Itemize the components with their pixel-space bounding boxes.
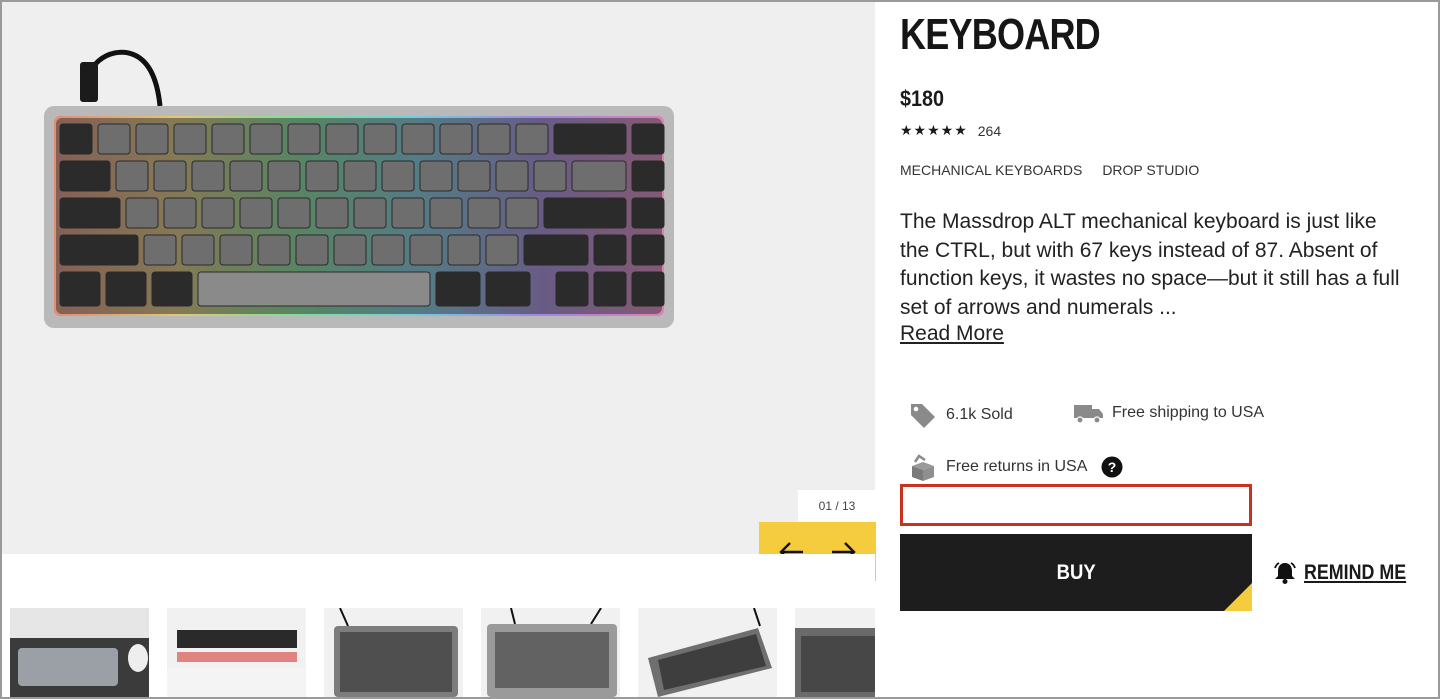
product-details: KEYBOARD $180 ★★★★★ 264 MECHANICAL KEYBO… (876, 2, 1438, 697)
product-description: The Massdrop ALT mechanical keyboard is … (900, 210, 1400, 319)
product-price: $180 (900, 86, 945, 111)
return-box-icon (900, 452, 946, 482)
price-tag-icon (900, 402, 946, 428)
thumbnail-6[interactable] (795, 608, 875, 697)
svg-text:?: ? (1108, 459, 1117, 475)
thumbnail-3[interactable] (324, 608, 463, 697)
remind-me-label: REMIND ME (1304, 561, 1407, 584)
tag-drop-studio[interactable]: DROP STUDIO (1102, 162, 1199, 178)
tag-mechanical-keyboards[interactable]: MECHANICAL KEYBOARDS (900, 162, 1082, 178)
sold-count: 6.1k Sold (946, 406, 1013, 423)
star-rating-icon: ★★★★★ (900, 122, 968, 138)
review-count: 264 (977, 122, 1002, 139)
bell-icon (1274, 562, 1296, 584)
help-icon[interactable]: ? (1101, 456, 1123, 478)
product-tags: MECHANICAL KEYBOARDS DROP STUDIO (900, 162, 1199, 178)
rating-row[interactable]: ★★★★★ 264 (900, 122, 1001, 139)
thumbnail-2[interactable] (167, 608, 306, 697)
buy-button[interactable]: BUY (900, 534, 1252, 611)
read-more-link[interactable]: Read More (900, 322, 1004, 346)
buy-corner-accent (1224, 583, 1252, 611)
perk-sold: 6.1k Sold (900, 402, 1013, 428)
thumbnail-5[interactable] (638, 608, 777, 697)
thumbnail-1[interactable] (10, 608, 149, 697)
highlighted-option-field[interactable] (900, 484, 1252, 526)
perk-returns: Free returns in USA ? (900, 452, 1123, 482)
thumbnail-4[interactable] (481, 608, 620, 697)
shipping-text: Free shipping to USA (1112, 404, 1265, 421)
truck-icon (1066, 402, 1112, 424)
product-gallery: 01 / 13 (2, 2, 876, 697)
returns-text: Free returns in USA (946, 458, 1088, 475)
product-title: KEYBOARD (900, 10, 1101, 59)
buy-label: BUY (1056, 560, 1096, 584)
perk-shipping: Free shipping to USA (1066, 402, 1264, 424)
remind-me-button[interactable]: REMIND ME (1272, 560, 1424, 586)
main-product-image[interactable] (2, 2, 875, 554)
thumbnail-strip (2, 554, 875, 697)
keyboard-image (44, 49, 674, 328)
image-counter: 01 / 13 (798, 490, 876, 522)
